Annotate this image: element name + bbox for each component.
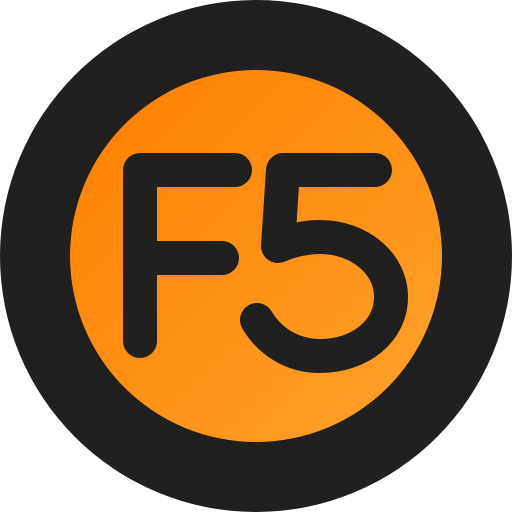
f5-logo-graphic [0, 0, 512, 512]
f5-logo-icon [0, 0, 512, 512]
